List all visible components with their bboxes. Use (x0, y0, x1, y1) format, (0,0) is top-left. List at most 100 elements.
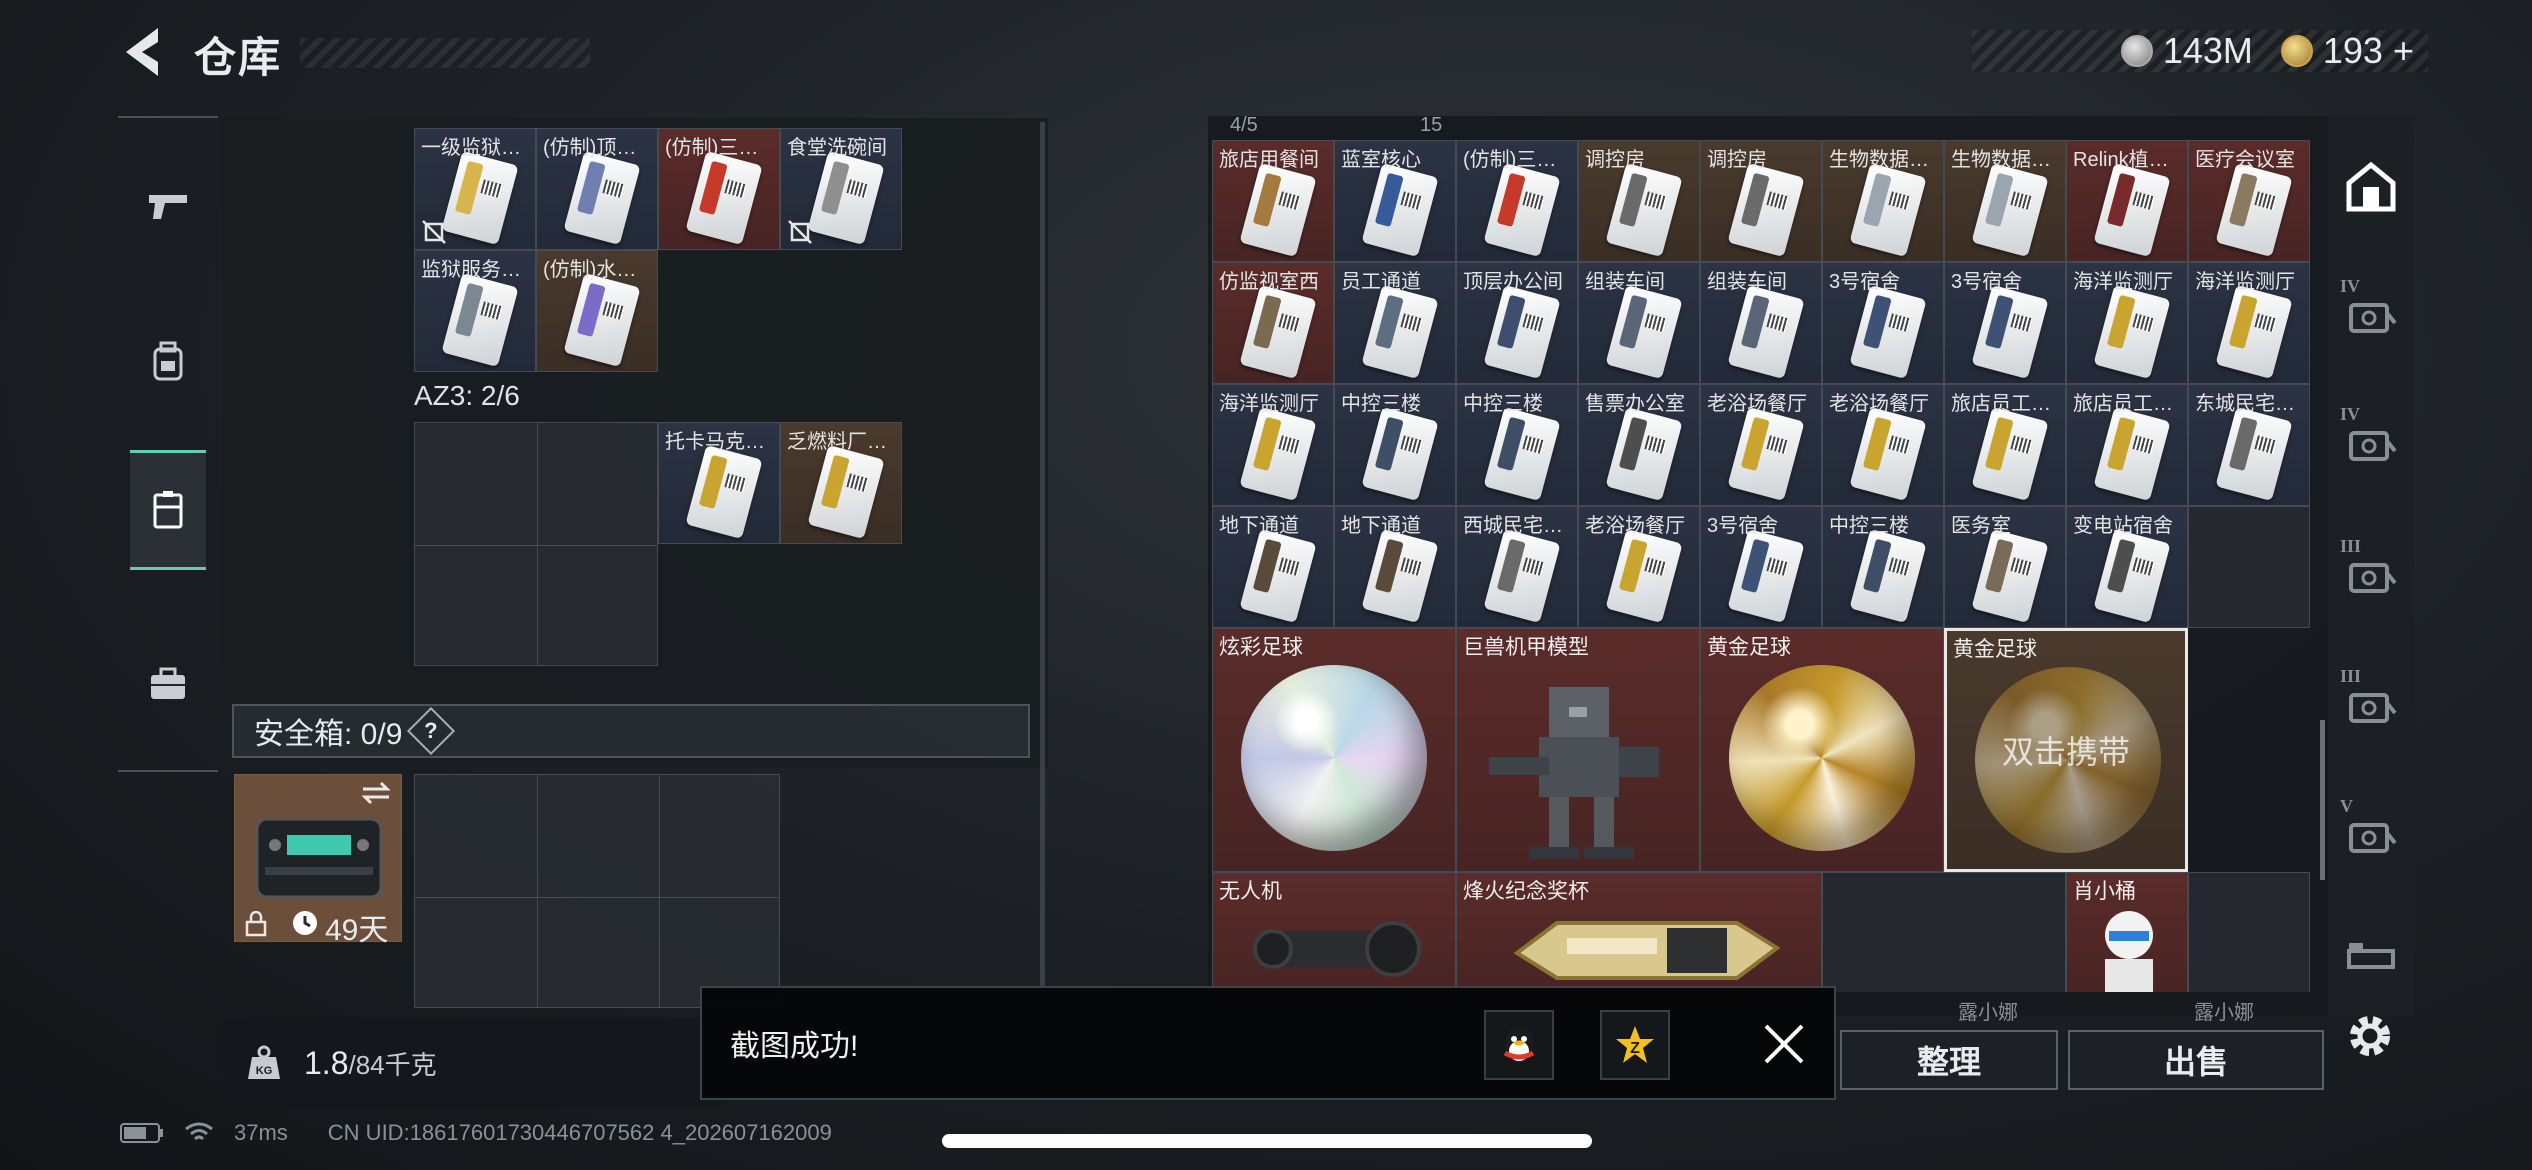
item-label: 巨兽机甲模型 (1463, 636, 1589, 659)
item-slot[interactable]: 员工通道 (1334, 262, 1456, 384)
item-slot[interactable]: 巨兽机甲模型 (1456, 628, 1700, 872)
item-slot[interactable]: 中控三楼 (1334, 384, 1456, 506)
help-icon[interactable]: ? (407, 706, 456, 756)
top-partial-count-2: 15 (1420, 114, 1443, 136)
az3-empty-slots[interactable] (414, 422, 658, 666)
add-gold-button[interactable]: + (2393, 30, 2414, 72)
item-slot[interactable]: 医疗会议室 (2188, 140, 2310, 262)
item-slot[interactable]: 一级监狱… (414, 128, 536, 250)
safe-box-item[interactable]: 49天 (234, 774, 402, 947)
item-slot[interactable]: 中控三楼 (1456, 384, 1578, 506)
item-slot[interactable]: (仿制)三… (1456, 140, 1578, 262)
empty-slot[interactable] (1822, 872, 2066, 992)
item-slot[interactable]: 旅店用餐间 (1212, 140, 1334, 262)
item-slot[interactable]: 海洋监测厅 (2066, 262, 2188, 384)
item-slot[interactable]: 仿监视室西 (1212, 262, 1334, 384)
warehouse-scrollbar[interactable] (2320, 720, 2325, 880)
item-slot[interactable]: (仿制)顶… (536, 128, 658, 250)
right-nav-item[interactable] (2336, 152, 2406, 222)
item-slot[interactable]: (仿制)水… (536, 250, 658, 372)
back-button[interactable] (118, 22, 172, 82)
item-slot[interactable]: 老浴场餐厅 (1578, 506, 1700, 628)
item-slot[interactable]: 调控房 (1578, 140, 1700, 262)
sort-button[interactable]: 整理 (1840, 1030, 2058, 1090)
settings-button[interactable] (2338, 1004, 2402, 1068)
weight-bar: KG 1.8/84千克 (222, 1018, 722, 1108)
nav-storage[interactable] (130, 450, 206, 570)
item-slot[interactable]: 黄金足球 (1700, 628, 1944, 872)
item-slot[interactable]: 老浴场餐厅 (1822, 384, 1944, 506)
item-label: 无人机 (1219, 880, 1282, 903)
item-slot[interactable]: 3号宿舍 (1822, 262, 1944, 384)
item-label: (仿制)顶… (543, 137, 637, 159)
item-label: 中控三楼 (1341, 393, 1421, 415)
item-slot[interactable]: 售票办公室 (1578, 384, 1700, 506)
item-slot[interactable]: 监狱服务… (414, 250, 536, 372)
item-label: 旅店员工… (2073, 393, 2173, 415)
item-slot[interactable]: 炫彩足球 (1212, 628, 1456, 872)
item-slot[interactable]: 东城民宅… (2188, 384, 2310, 506)
item-slot[interactable]: 顶层办公间 (1456, 262, 1578, 384)
item-slot[interactable]: 海洋监测厅 (2188, 262, 2310, 384)
selected-item-slot[interactable]: 黄金足球 双击携带 (1944, 628, 2188, 872)
nav-weapon[interactable] (130, 146, 206, 266)
gold-currency[interactable]: 193 + (2280, 30, 2414, 72)
item-slot[interactable]: Relink植… (2066, 140, 2188, 262)
item-slot[interactable]: 3号宿舍 (1700, 506, 1822, 628)
item-slot[interactable]: 组装车间 (1578, 262, 1700, 384)
item-slot[interactable]: 托卡马克… (658, 422, 780, 544)
gold-coin-icon (2280, 35, 2313, 67)
swap-icon[interactable] (359, 781, 393, 805)
item-slot[interactable]: 生物数据… (1944, 140, 2066, 262)
item-slot[interactable]: 生物数据… (1822, 140, 1944, 262)
item-slot[interactable]: 3号宿舍 (1944, 262, 2066, 384)
empty-slot[interactable] (2188, 872, 2310, 992)
item-label: 海洋监测厅 (1219, 393, 1319, 415)
item-slot[interactable]: 西城民宅… (1456, 506, 1578, 628)
item-slot[interactable]: 蓝室核心 (1334, 140, 1456, 262)
item-label: 医务室 (1951, 515, 2011, 537)
item-slot[interactable]: 烽火纪念奖杯 (1456, 872, 1822, 992)
nav-armor[interactable] (130, 302, 206, 422)
right-nav-item[interactable]: III (2336, 666, 2406, 736)
right-nav-item[interactable]: V (2336, 796, 2406, 866)
item-slot[interactable]: 旅店员工… (1944, 384, 2066, 506)
share-qzone-button[interactable]: Z (1600, 1010, 1670, 1080)
item-slot[interactable]: 海洋监测厅 (1212, 384, 1334, 506)
sell-button[interactable]: 出售 (2068, 1030, 2324, 1090)
keycard-icon (1239, 406, 1317, 502)
item-slot[interactable]: 地下通道 (1212, 506, 1334, 628)
keycard-icon (685, 444, 763, 540)
right-nav-item[interactable]: IV (2336, 404, 2406, 474)
trophy-icon (1513, 921, 1781, 980)
right-nav-item[interactable] (2336, 920, 2406, 990)
item-slot[interactable]: 地下通道 (1334, 506, 1456, 628)
keycard-icon (1605, 162, 1683, 258)
home-indicator[interactable] (942, 1134, 1592, 1148)
item-slot[interactable]: 旅店员工… (2066, 384, 2188, 506)
item-slot[interactable]: 调控房 (1700, 140, 1822, 262)
lock-icon (245, 911, 267, 937)
status-bar: 37ms CN UID:18617601730446707562 4_20260… (120, 1120, 832, 1146)
right-nav-item[interactable]: III (2336, 536, 2406, 606)
nav-kit[interactable] (130, 624, 206, 744)
item-slot[interactable]: 老浴场餐厅 (1700, 384, 1822, 506)
backpack-scrollbar[interactable] (1040, 122, 1045, 992)
safe-box-grid[interactable] (414, 774, 780, 1008)
item-slot[interactable]: 无人机 (1212, 872, 1456, 992)
item-label: 炫彩足球 (1219, 636, 1303, 659)
item-slot[interactable]: 肖小桶 (2066, 872, 2188, 992)
item-slot[interactable]: 变电站宿舍 (2066, 506, 2188, 628)
silver-amount: 143M (2162, 30, 2253, 71)
item-label: 黄金足球 (1953, 638, 2037, 661)
item-slot[interactable]: 乏燃料厂… (780, 422, 902, 544)
item-slot[interactable]: (仿制)三… (658, 128, 780, 250)
item-slot[interactable]: 组装车间 (1700, 262, 1822, 384)
item-slot[interactable]: 中控三楼 (1822, 506, 1944, 628)
close-toast-button[interactable] (1752, 1012, 1816, 1076)
empty-slot[interactable] (2188, 506, 2310, 628)
item-slot[interactable]: 食堂洗碗间 (780, 128, 902, 250)
item-slot[interactable]: 医务室 (1944, 506, 2066, 628)
share-qq-button[interactable] (1484, 1010, 1554, 1080)
right-nav-item[interactable]: IV (2336, 276, 2406, 346)
